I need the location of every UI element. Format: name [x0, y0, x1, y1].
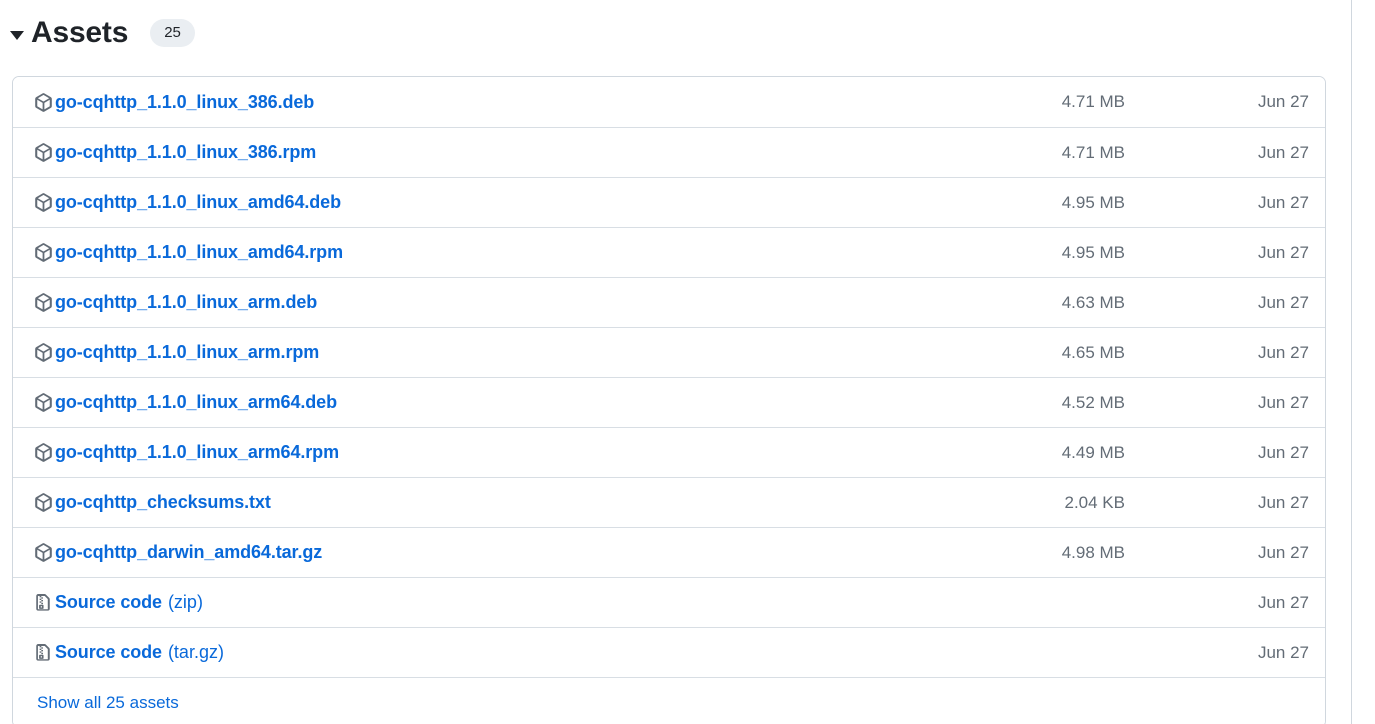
package-icon — [33, 393, 53, 413]
asset-size: 4.95 MB — [1061, 242, 1125, 262]
asset-date: Jun 27 — [1257, 492, 1309, 512]
asset-date: Jun 27 — [1257, 642, 1309, 662]
table-row: go-cqhttp_1.1.0_linux_arm64.rpm 4.49 MB Ju… — [13, 427, 1325, 477]
asset-download-link[interactable]: go-cqhttp_1.1.0_linux_arm.rpm — [55, 342, 319, 363]
asset-download-link[interactable]: go-cqhttp_1.1.0_linux_386.rpm — [55, 142, 316, 163]
asset-date: Jun 27 — [1257, 542, 1309, 562]
table-row: go-cqhttp_checksums.txt 2.04 KB Jun 27 — [13, 477, 1325, 527]
asset-date: Jun 27 — [1257, 442, 1309, 462]
package-icon — [33, 443, 53, 463]
asset-download-link[interactable]: go-cqhttp_1.1.0_linux_arm64.deb — [55, 392, 337, 413]
package-icon — [33, 193, 53, 213]
asset-format-suffix: (tar.gz) — [167, 642, 224, 662]
asset-size: 4.95 MB — [1061, 192, 1125, 212]
package-icon — [33, 293, 53, 313]
table-row: go-cqhttp_1.1.0_linux_amd64.rpm 4.95 MB Ju… — [13, 227, 1325, 277]
table-row: go-cqhttp_1.1.0_linux_386.rpm 4.71 MB Jun … — [13, 127, 1325, 177]
file-zip-icon — [33, 593, 53, 613]
asset-download-link[interactable]: go-cqhttp_1.1.0_linux_386.deb — [55, 92, 314, 113]
asset-size: 2.04 KB — [1064, 492, 1126, 512]
table-row: go-cqhttp_1.1.0_linux_386.deb 4.71 MB Jun … — [13, 77, 1325, 127]
asset-name-cell: go-cqhttp_checksums.txt — [33, 492, 929, 513]
asset-date: Jun 27 — [1257, 142, 1309, 162]
asset-name-cell: go-cqhttp_darwin_amd64.tar.gz — [33, 542, 929, 563]
package-icon — [33, 243, 53, 263]
asset-name-cell: go-cqhttp_1.1.0_linux_amd64.rpm — [33, 242, 929, 263]
asset-date: Jun 27 — [1257, 342, 1309, 362]
assets-page: Assets 25 go-cqhttp_1.1.0_linux_386.deb 4… — [0, 0, 1375, 724]
table-row: Source code (zip) Jun 27 — [13, 577, 1325, 627]
package-icon — [33, 343, 53, 363]
asset-date: Jun 27 — [1257, 92, 1309, 111]
asset-size: 4.52 MB — [1061, 392, 1125, 412]
table-row: go-cqhttp_1.1.0_linux_arm.deb 4.63 MB Jun … — [13, 277, 1325, 327]
table-row: go-cqhttp_darwin_amd64.tar.gz 4.98 MB Jun … — [13, 527, 1325, 577]
asset-name-cell: go-cqhttp_1.1.0_linux_arm.rpm — [33, 342, 929, 363]
asset-name-cell: Source code (tar.gz) — [33, 642, 929, 663]
asset-download-link[interactable]: go-cqhttp_1.1.0_linux_arm64.rpm — [55, 442, 339, 463]
asset-name-cell: go-cqhttp_1.1.0_linux_arm64.rpm — [33, 442, 929, 463]
asset-name-cell: go-cqhttp_1.1.0_linux_arm64.deb — [33, 392, 929, 413]
file-zip-icon — [33, 643, 53, 663]
asset-size: 4.71 MB — [1061, 142, 1125, 162]
page-title: Assets — [31, 16, 129, 49]
table-row: Source code (tar.gz) Jun 27 — [13, 627, 1325, 677]
asset-size: 4.65 MB — [1061, 342, 1125, 362]
asset-download-link[interactable]: go-cqhttp_darwin_amd64.tar.gz — [55, 542, 322, 563]
asset-format-suffix: (zip) — [167, 592, 203, 612]
asset-download-link[interactable]: go-cqhttp_checksums.txt — [55, 492, 271, 513]
asset-name-cell: Source code (zip) — [33, 592, 929, 613]
asset-download-link[interactable]: go-cqhttp_1.1.0_linux_amd64.rpm — [55, 242, 343, 263]
asset-name-cell: go-cqhttp_1.1.0_linux_386.rpm — [33, 142, 929, 163]
asset-name-cell: go-cqhttp_1.1.0_linux_amd64.deb — [33, 192, 929, 213]
asset-size: 4.63 MB — [1061, 292, 1125, 312]
page-right-divider — [1351, 0, 1352, 724]
asset-name-cell: go-cqhttp_1.1.0_linux_arm.deb — [33, 292, 929, 313]
package-icon — [33, 543, 53, 563]
asset-name-cell: go-cqhttp_1.1.0_linux_386.deb — [33, 92, 929, 113]
triangle-down-icon[interactable] — [10, 30, 24, 40]
asset-date: Jun 27 — [1257, 392, 1309, 412]
assets-list: go-cqhttp_1.1.0_linux_386.deb 4.71 MB Jun … — [12, 76, 1326, 724]
asset-download-link[interactable]: go-cqhttp_1.1.0_linux_amd64.deb — [55, 192, 341, 213]
package-icon — [33, 493, 53, 513]
asset-size: 4.49 MB — [1061, 442, 1125, 462]
table-row: go-cqhttp_1.1.0_linux_amd64.deb 4.95 MB Ju… — [13, 177, 1325, 227]
asset-download-link[interactable]: go-cqhttp_1.1.0_linux_arm.deb — [55, 292, 317, 313]
asset-size: 4.98 MB — [1061, 542, 1125, 562]
asset-date: Jun 27 — [1257, 242, 1309, 262]
table-row: go-cqhttp_1.1.0_linux_arm64.deb 4.52 MB Ju… — [13, 377, 1325, 427]
asset-date: Jun 27 — [1257, 592, 1309, 612]
table-row: go-cqhttp_1.1.0_linux_arm.rpm 4.65 MB Jun … — [13, 327, 1325, 377]
package-icon — [33, 92, 53, 112]
asset-date: Jun 27 — [1257, 192, 1309, 212]
assets-count-badge: 25 — [150, 19, 195, 47]
show-all-assets-row[interactable]: Show all 25 assets — [13, 677, 1325, 724]
show-all-assets-link[interactable]: Show all 25 assets — [37, 693, 179, 713]
assets-section-header[interactable]: Assets 25 — [10, 13, 195, 53]
asset-date: Jun 27 — [1257, 292, 1309, 312]
package-icon — [33, 143, 53, 163]
asset-size: 4.71 MB — [1061, 92, 1125, 111]
asset-download-link[interactable]: Source code — [55, 592, 162, 613]
asset-download-link[interactable]: Source code — [55, 642, 162, 663]
